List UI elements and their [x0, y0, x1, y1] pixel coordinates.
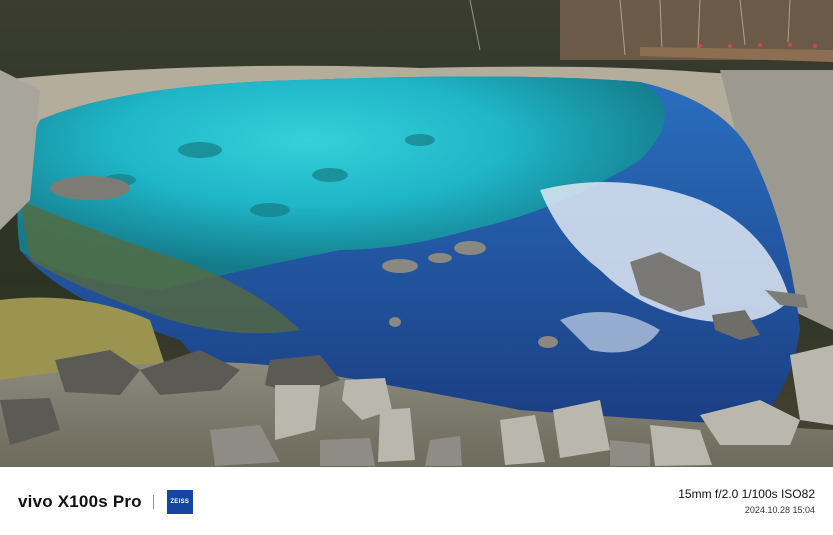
camera-model: vivo X100s Pro	[18, 492, 142, 511]
brand-group: vivo X100s Pro ZEISS	[18, 489, 193, 515]
zeiss-logo-icon: ZEISS	[166, 490, 193, 514]
capture-datetime: 2024.10.28 15:04	[744, 505, 815, 515]
zeiss-logo-text: ZEISS	[170, 499, 190, 505]
lake-landscape-photo	[0, 0, 833, 467]
photo-frame: vivo X100s Pro ZEISS 15mm f/2.0 1/100s I…	[0, 0, 833, 535]
camera-watermark-bar: vivo X100s Pro ZEISS 15mm f/2.0 1/100s I…	[0, 467, 833, 535]
divider	[152, 495, 154, 509]
exif-info: 15mm f/2.0 1/100s ISO82 2024.10.28 15:04	[678, 487, 815, 515]
exposure-settings: 15mm f/2.0 1/100s ISO82	[678, 487, 815, 501]
